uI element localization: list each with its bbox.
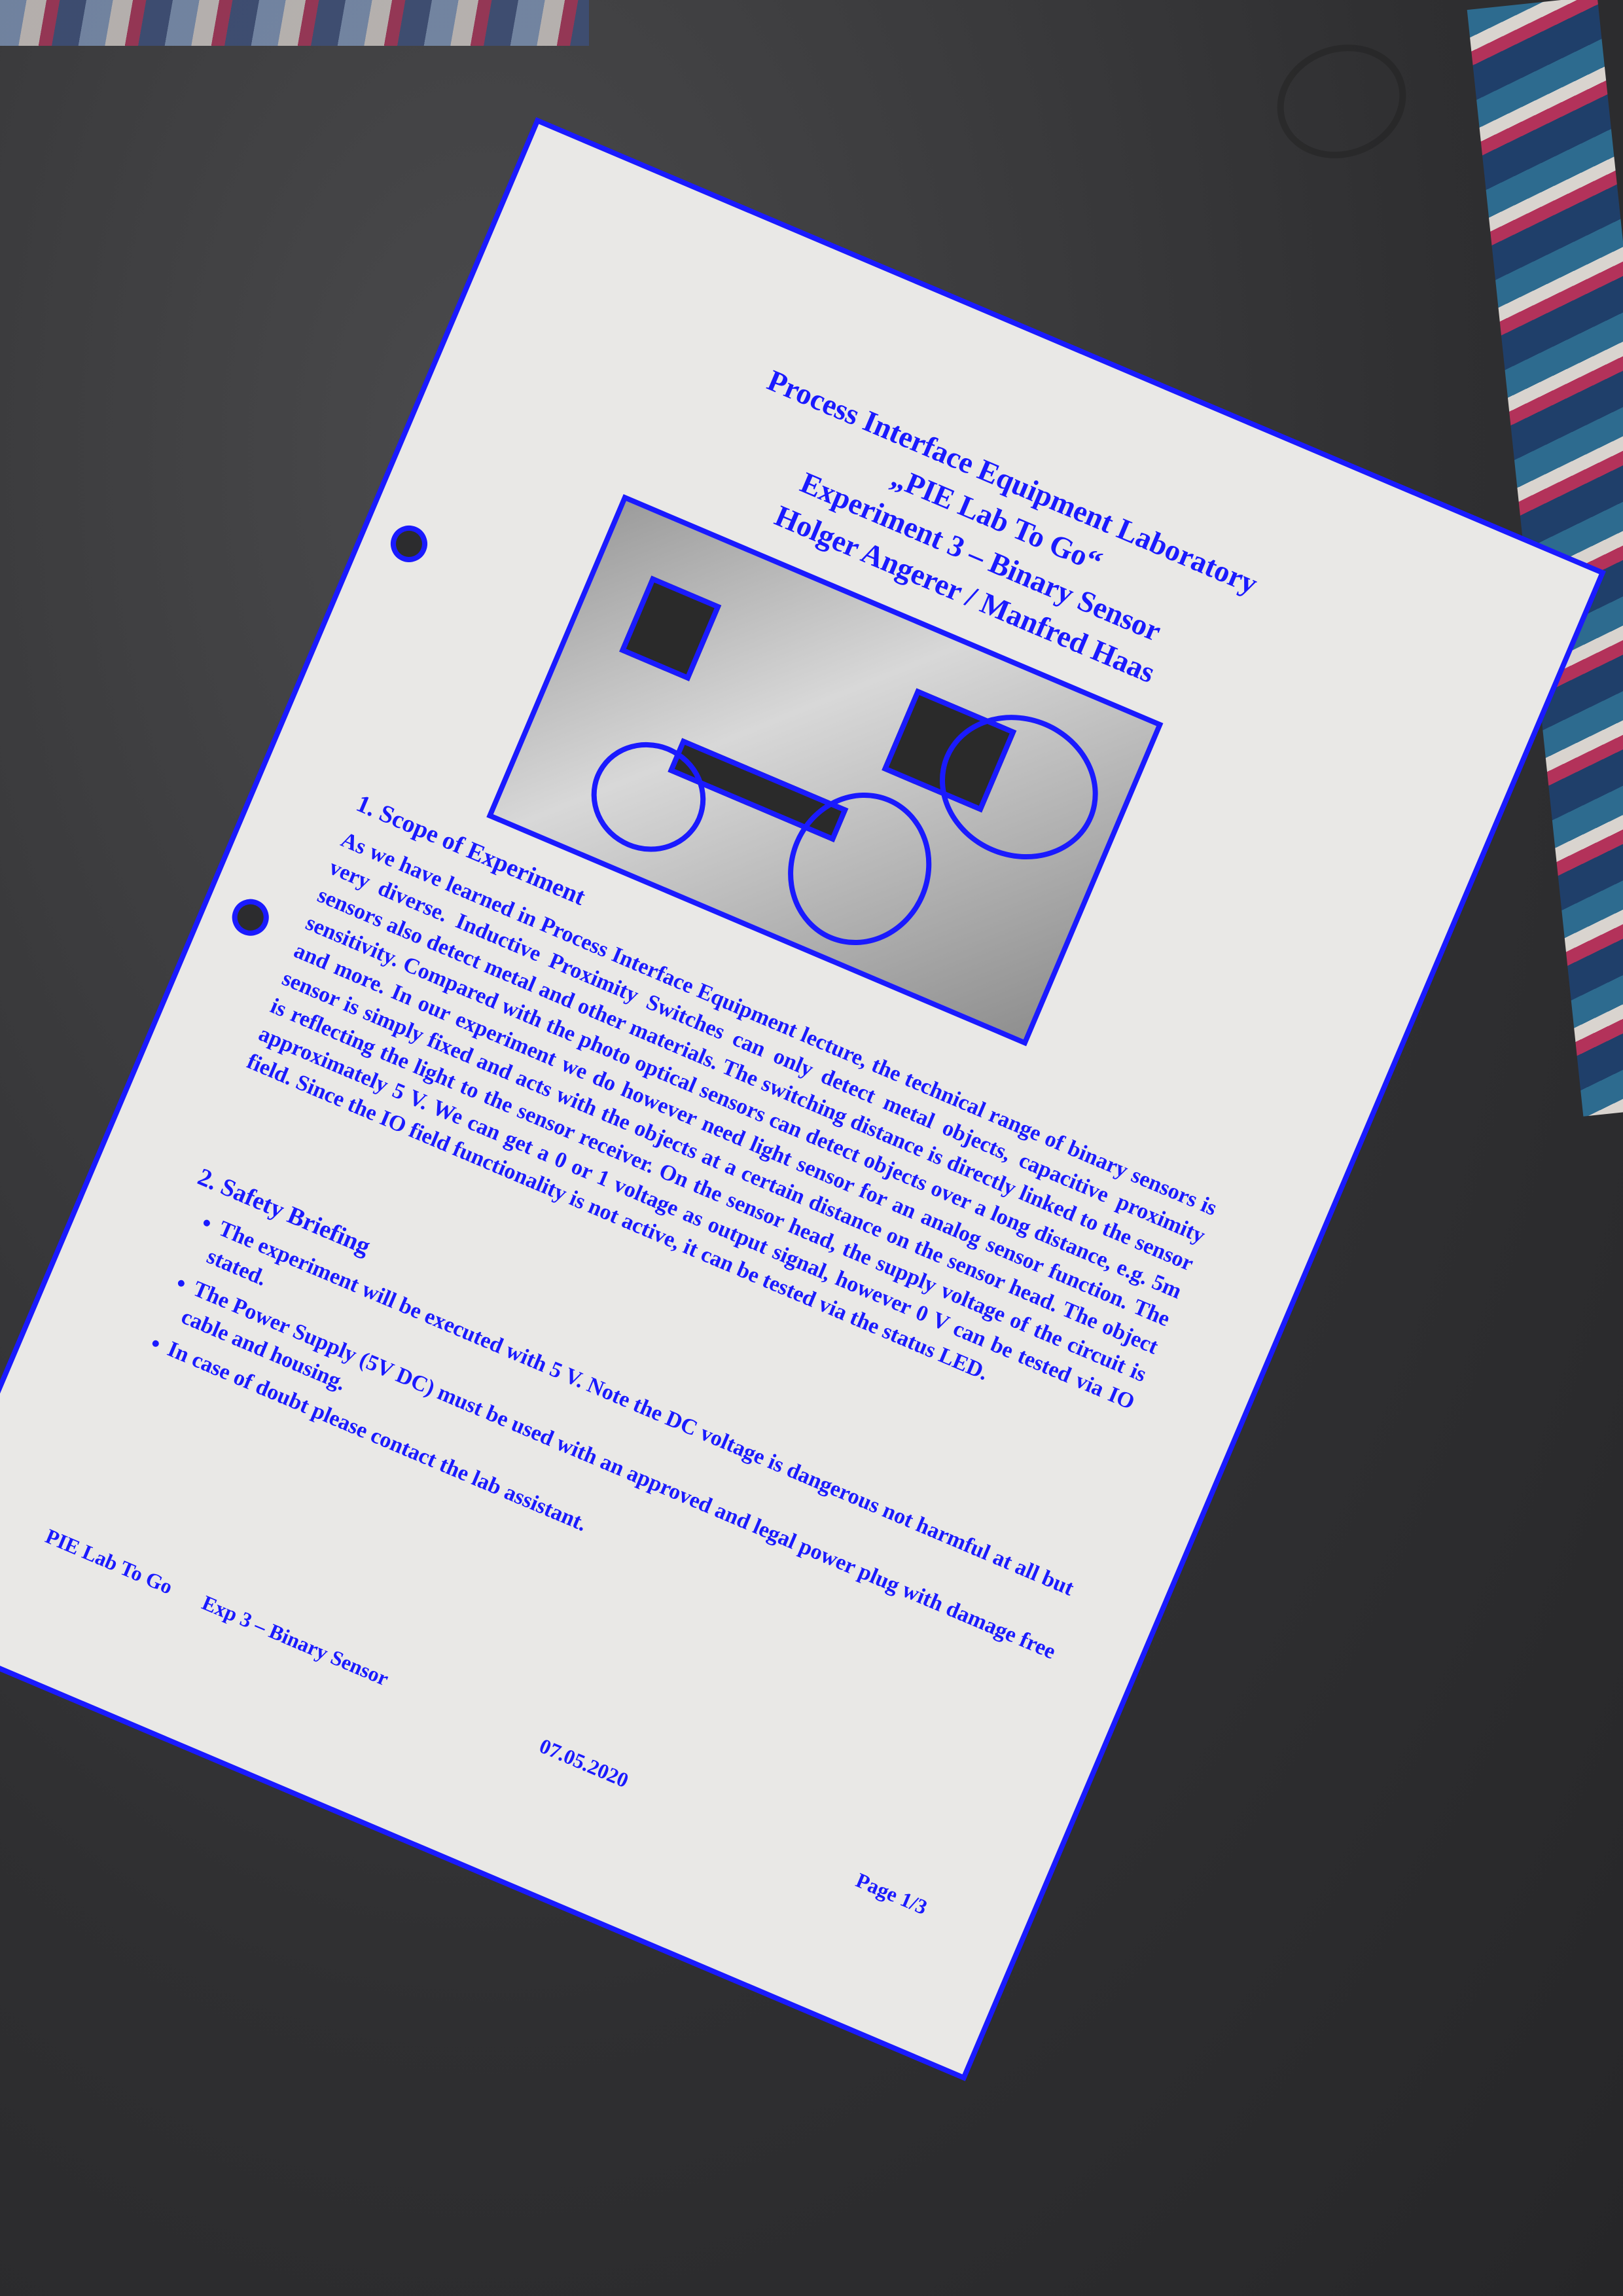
- footer-page: Page 1/3: [852, 1868, 931, 1920]
- power-adapter: [619, 575, 722, 681]
- fabric-top: [0, 0, 589, 46]
- footer-experiment: Exp 3 – Binary Sensor: [198, 1590, 393, 1691]
- punch-hole-top: [385, 520, 433, 568]
- footer-date: 07.05.2020: [536, 1733, 632, 1793]
- punch-hole-bottom: [226, 893, 275, 942]
- footer-left: PIE Lab To Go: [42, 1524, 177, 1599]
